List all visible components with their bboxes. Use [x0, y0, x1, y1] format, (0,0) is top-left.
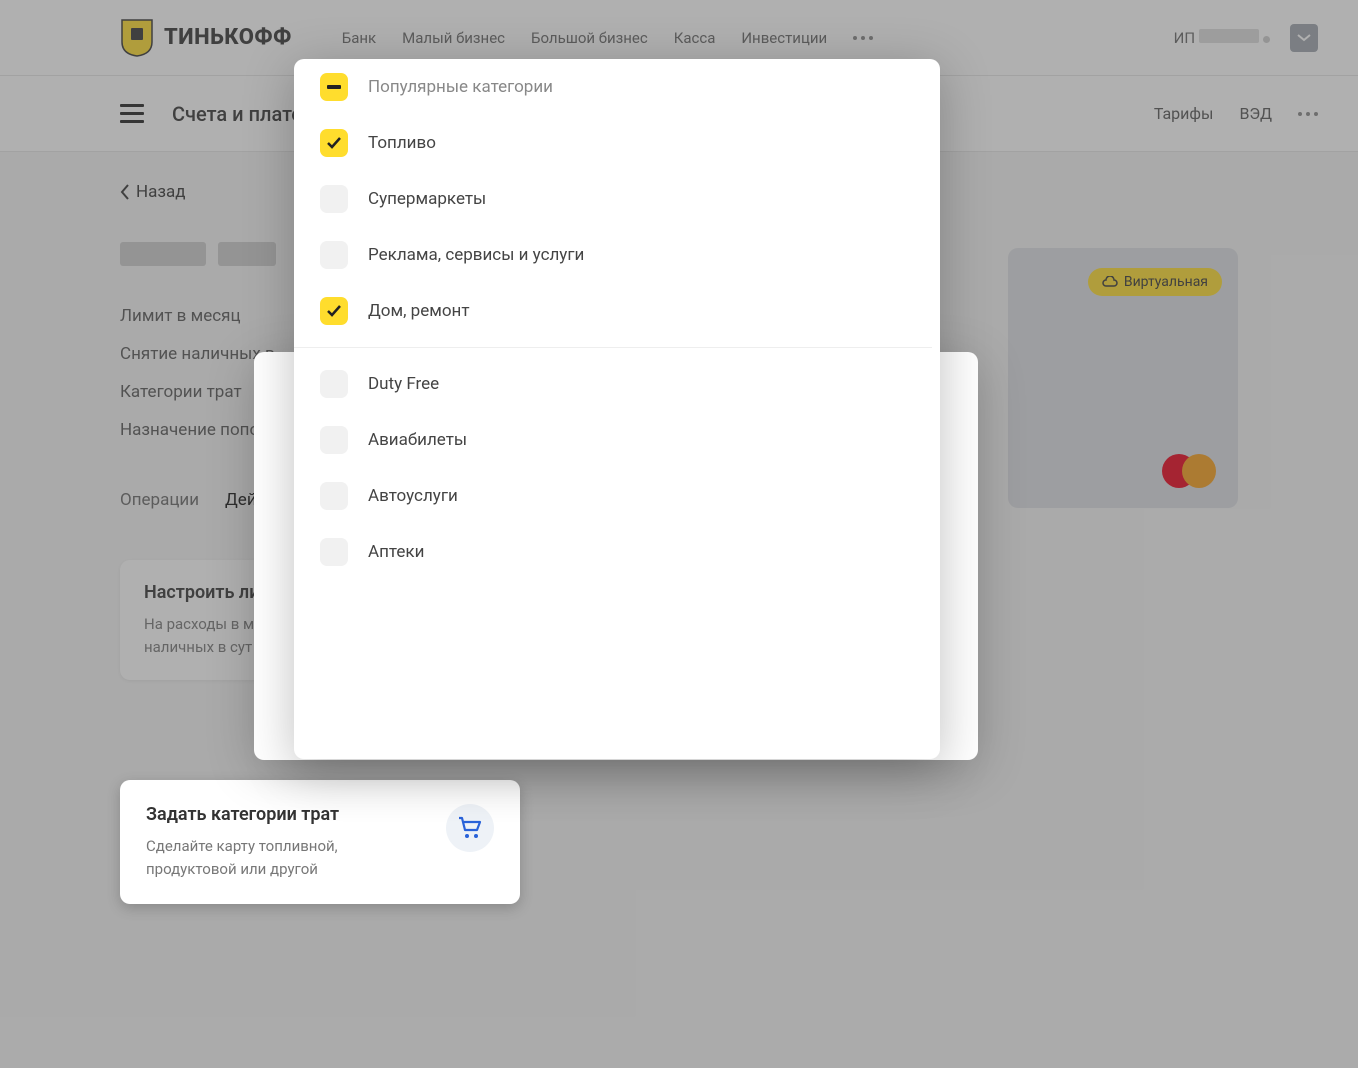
category-label: Реклама, сервисы и услуги [368, 245, 584, 265]
check-icon [326, 136, 342, 150]
checkbox[interactable] [320, 241, 348, 269]
cart-icon-circle [446, 804, 494, 852]
checkbox[interactable] [320, 129, 348, 157]
category-label: Автоуслуги [368, 486, 458, 506]
categories-modal: Популярные категории Топливо Супермаркет… [294, 59, 940, 759]
checkbox[interactable] [320, 482, 348, 510]
category-popular-header[interactable]: Популярные категории [294, 59, 932, 115]
check-icon [326, 304, 342, 318]
minus-icon [327, 85, 341, 89]
checkbox[interactable] [320, 185, 348, 213]
checkbox[interactable] [320, 426, 348, 454]
category-label: Аптеки [368, 542, 424, 562]
cart-icon [457, 816, 483, 840]
category-popular-label: Популярные категории [368, 77, 553, 97]
category-label: Топливо [368, 133, 436, 153]
checkbox[interactable] [320, 538, 348, 566]
category-item-supermarkets[interactable]: Супермаркеты [294, 171, 932, 227]
category-label: Duty Free [368, 374, 439, 394]
set-categories-title: Задать категории трат [146, 804, 339, 825]
category-item-toplivo[interactable]: Топливо [294, 115, 932, 171]
category-item-dutyfree[interactable]: Duty Free [294, 356, 932, 412]
set-categories-card[interactable]: Задать категории трат Сделайте карту топ… [120, 780, 520, 904]
set-categories-line2: продуктовой или другой [146, 860, 318, 878]
set-categories-line1: Сделайте карту топливной, [146, 837, 338, 855]
divider [294, 347, 932, 348]
checkbox[interactable] [320, 370, 348, 398]
categories-list[interactable]: Популярные категории Топливо Супермаркет… [294, 59, 940, 759]
category-item-avtouslugi[interactable]: Автоуслуги [294, 468, 932, 524]
category-item-apteki[interactable]: Аптеки [294, 524, 932, 580]
checkbox-indeterminate[interactable] [320, 73, 348, 101]
category-item-dom-remont[interactable]: Дом, ремонт [294, 283, 932, 339]
checkbox[interactable] [320, 297, 348, 325]
category-label: Дом, ремонт [368, 301, 470, 321]
category-item-reklama[interactable]: Реклама, сервисы и услуги [294, 227, 932, 283]
category-label: Супермаркеты [368, 189, 486, 209]
category-label: Авиабилеты [368, 430, 467, 450]
category-item-aviabilety[interactable]: Авиабилеты [294, 412, 932, 468]
